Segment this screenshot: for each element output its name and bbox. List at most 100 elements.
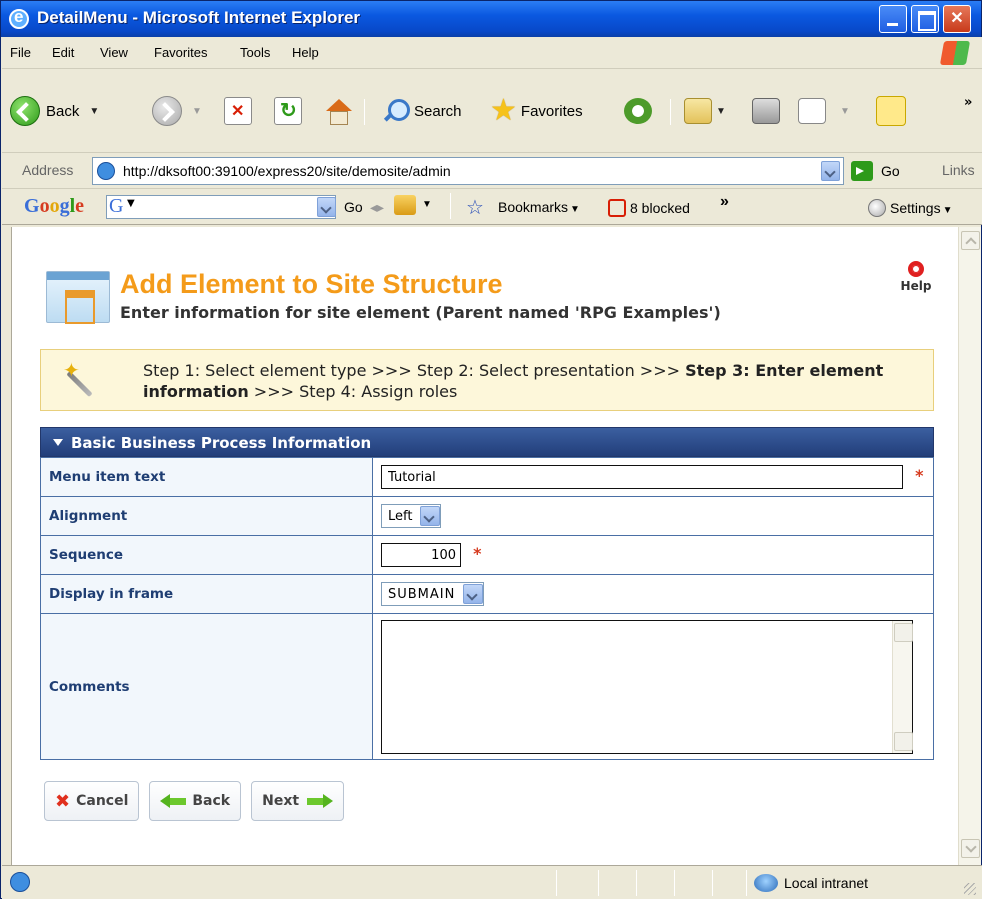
mail-button[interactable]: ▼	[684, 95, 726, 127]
display-in-frame-select[interactable]: SUBMAIN	[381, 582, 485, 606]
refresh-button[interactable]	[274, 95, 302, 127]
section-header[interactable]: Basic Business Process Information	[40, 427, 934, 457]
address-url[interactable]: http://dksoft00:39100/express20/site/dem…	[123, 163, 451, 179]
sequence-cell: *	[372, 535, 934, 575]
settings-dropdown-icon: ▼	[942, 205, 953, 216]
bookmarks-label: Bookmarks	[498, 199, 569, 215]
back-arrow-icon	[10, 96, 40, 126]
resize-grip-icon[interactable]	[964, 883, 976, 895]
menu-tools[interactable]: Tools	[240, 45, 270, 60]
section-title: Basic Business Process Information	[71, 434, 372, 452]
page-subtitle: Enter information for site element (Pare…	[120, 303, 721, 322]
cancel-button[interactable]: ✖ Cancel	[44, 781, 140, 821]
alignment-cell: Left	[372, 496, 934, 536]
required-marker: *	[473, 543, 482, 563]
close-button[interactable]: ✕	[943, 5, 971, 33]
google-search-dropdown-icon[interactable]	[317, 197, 336, 217]
window-title: DetailMenu - Microsoft Internet Explorer	[37, 8, 361, 27]
search-button[interactable]: Search	[382, 95, 462, 127]
forward-button[interactable]: ▼	[152, 95, 202, 127]
sequence-input[interactable]	[381, 543, 461, 567]
scroll-up-icon[interactable]	[961, 231, 980, 250]
menu-view[interactable]: View	[100, 45, 128, 60]
toolbar-overflow-icon[interactable]: »	[964, 95, 972, 110]
form-row-sequence: Sequence *	[40, 535, 934, 575]
next-step-button[interactable]: Next	[251, 781, 345, 821]
next-arrow-icon	[323, 794, 334, 808]
title-bar: DetailMenu - Microsoft Internet Explorer…	[1, 1, 981, 37]
favorites-star-icon: ★	[490, 94, 517, 127]
magic-wand-icon	[63, 358, 97, 398]
alignment-select[interactable]: Left	[381, 504, 442, 528]
page-viewport: Add Element to Site Structure Enter info…	[12, 227, 958, 865]
history-button[interactable]	[624, 95, 652, 127]
browser-window: DetailMenu - Microsoft Internet Explorer…	[0, 0, 982, 899]
bookmarks-star-icon: ☆	[466, 197, 484, 219]
refresh-icon	[274, 97, 302, 125]
menu-item-text-cell: *	[372, 457, 934, 497]
menu-help[interactable]: Help	[292, 45, 319, 60]
element-form: Basic Business Process Information Menu …	[40, 427, 934, 760]
go-button[interactable]: Go	[851, 161, 900, 181]
pagerank-dropdown-icon[interactable]: ▼	[422, 199, 432, 210]
local-intranet-icon	[754, 874, 778, 892]
back-step-label: Back	[192, 793, 231, 809]
maximize-icon	[912, 6, 938, 32]
form-row-alignment: Alignment Left	[40, 496, 934, 536]
menu-item-text-input[interactable]	[381, 465, 903, 489]
google-logo[interactable]: Google	[24, 195, 84, 218]
steps-1-2: Step 1: Select element type >>> Step 2: …	[143, 361, 686, 380]
next-arrow-shaft	[307, 797, 324, 805]
address-dropdown-icon[interactable]	[821, 161, 840, 181]
minimize-button[interactable]	[879, 5, 907, 33]
edit-button[interactable]: ▼	[798, 95, 850, 127]
maximize-button[interactable]	[911, 5, 939, 33]
back-button[interactable]: Back ▼	[10, 95, 99, 127]
status-separator	[636, 870, 637, 896]
address-input[interactable]: http://dksoft00:39100/express20/site/dem…	[92, 157, 844, 185]
edit-page-icon	[798, 98, 826, 124]
go-label: Go	[881, 163, 900, 179]
security-zone[interactable]: Local intranet	[754, 874, 868, 892]
google-search-input[interactable]: G ▼	[106, 195, 336, 219]
menu-file[interactable]: File	[10, 45, 31, 60]
google-toolbar: Google G ▼ Go ◂▸ ▼ ☆ Bookmarks ▼ 8 blocke…	[2, 189, 982, 225]
display-in-frame-cell: SUBMAIN	[372, 574, 934, 614]
alignment-dropdown-icon[interactable]	[420, 506, 441, 526]
print-button[interactable]	[752, 95, 780, 127]
favorites-button[interactable]: ★ Favorites	[490, 95, 583, 127]
bookmarks-button[interactable]: Bookmarks ▼	[498, 199, 580, 215]
security-zone-label: Local intranet	[784, 875, 869, 891]
go-arrow-icon	[851, 161, 873, 181]
links-button[interactable]: Links	[942, 162, 975, 178]
back-dropdown-icon[interactable]: ▼	[89, 106, 99, 117]
alignment-value: Left	[388, 508, 413, 524]
home-icon	[324, 97, 352, 125]
scroll-down-icon[interactable]	[961, 839, 980, 858]
display-in-frame-dropdown-icon[interactable]	[463, 584, 484, 604]
discuss-button[interactable]	[876, 95, 906, 127]
discuss-icon	[876, 96, 906, 126]
popup-blocker-button[interactable]: 8 blocked	[608, 199, 690, 217]
menu-edit[interactable]: Edit	[52, 45, 74, 60]
required-marker: *	[915, 465, 924, 485]
google-options-dropdown-icon[interactable]: ▼	[127, 198, 135, 209]
help-button[interactable]: Help	[896, 261, 936, 293]
edit-dropdown-icon[interactable]: ▼	[840, 106, 850, 117]
google-go-button[interactable]: Go	[344, 199, 363, 215]
address-bar: Address http://dksoft00:39100/express20/…	[2, 153, 982, 189]
stop-button[interactable]	[224, 95, 252, 127]
help-label: Help	[900, 279, 932, 293]
home-button[interactable]	[324, 95, 352, 127]
google-overflow-icon[interactable]: »	[720, 193, 729, 211]
back-step-button[interactable]: Back	[149, 781, 242, 821]
menu-favorites[interactable]: Favorites	[154, 45, 207, 60]
forward-dropdown-icon[interactable]: ▼	[192, 106, 202, 117]
page-vertical-scrollbar[interactable]	[958, 227, 981, 865]
mail-dropdown-icon[interactable]: ▼	[716, 106, 726, 117]
pagerank-icon[interactable]	[394, 195, 416, 215]
settings-button[interactable]: Settings ▼	[868, 199, 953, 217]
menu-item-text-label: Menu item text	[40, 457, 373, 497]
comments-scrollbar[interactable]	[892, 620, 913, 753]
comments-textarea[interactable]	[381, 619, 913, 754]
